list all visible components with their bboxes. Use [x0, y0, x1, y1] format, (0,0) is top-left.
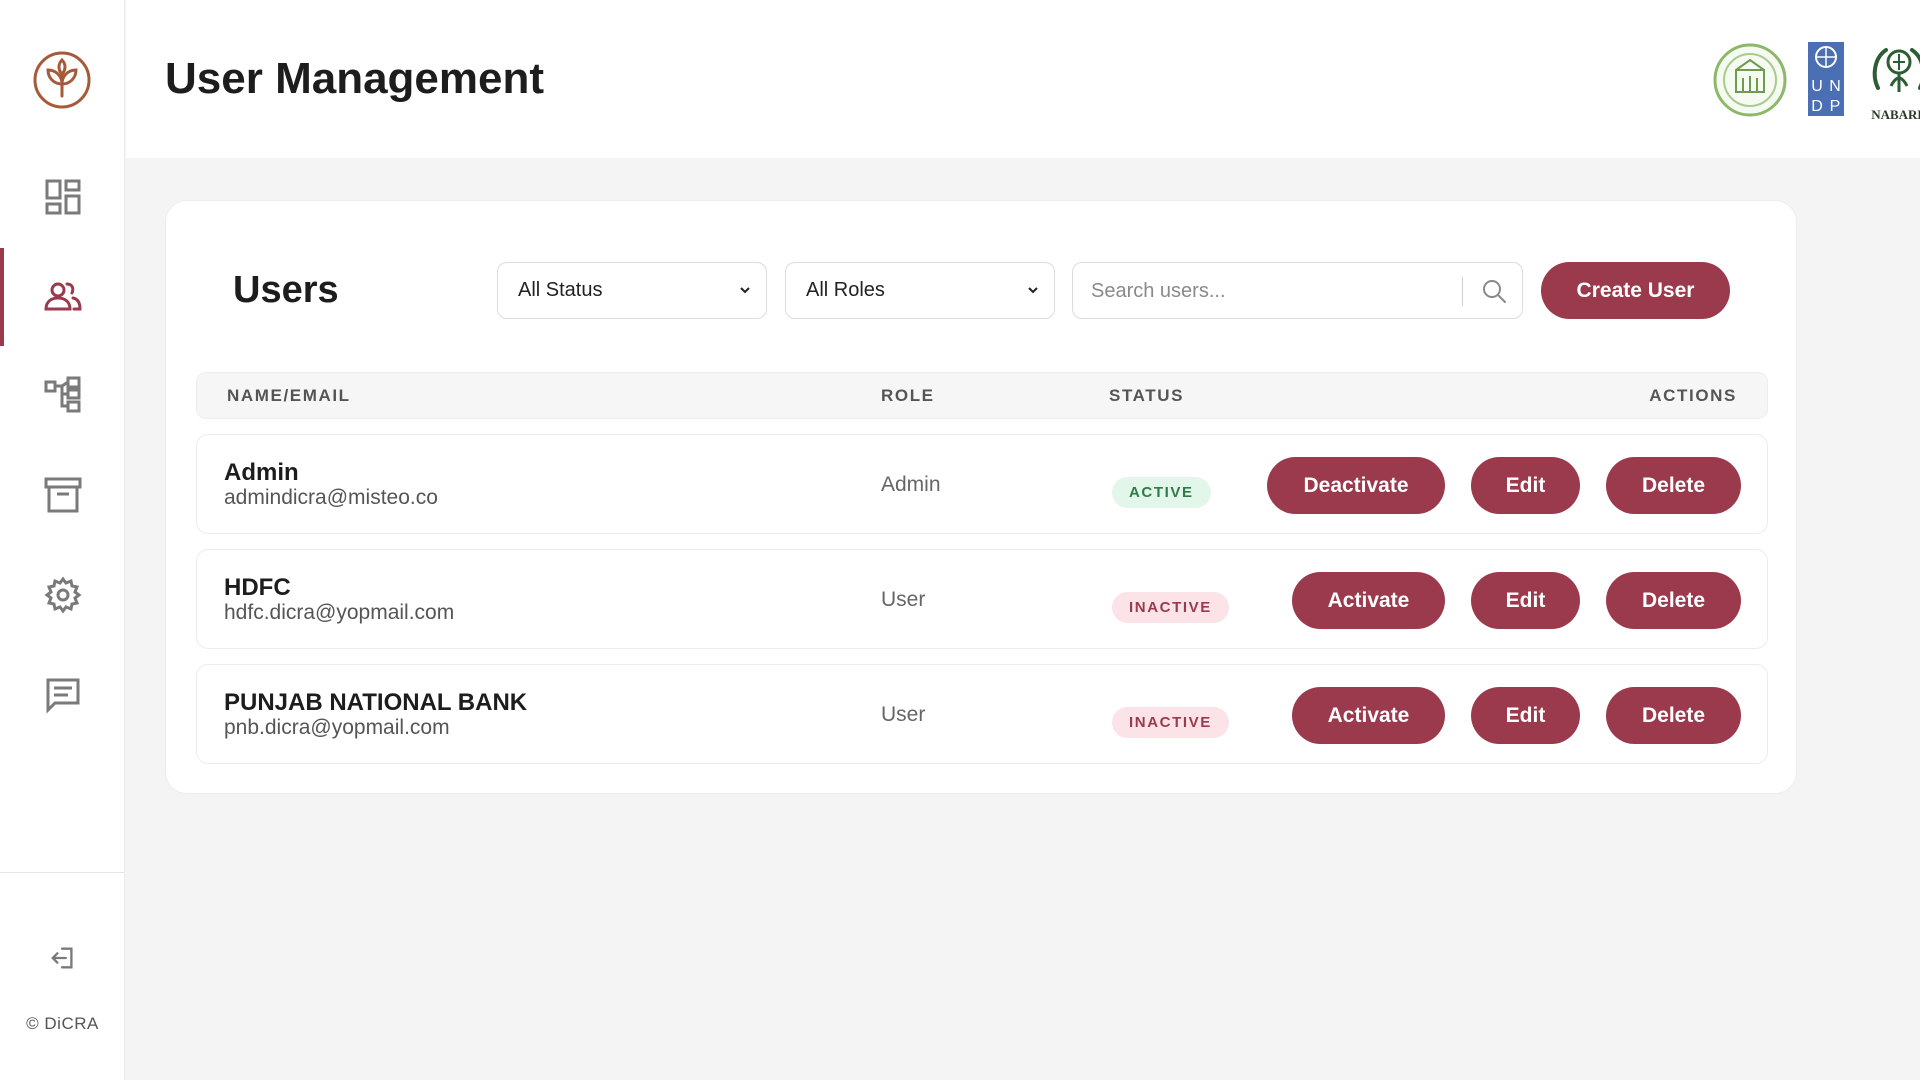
- role-filter-select[interactable]: All Roles: [785, 262, 1055, 319]
- create-user-button[interactable]: Create User: [1541, 262, 1730, 319]
- edit-button[interactable]: Edit: [1471, 687, 1580, 744]
- user-name: HDFC: [224, 574, 291, 601]
- undp-letter: P: [1829, 98, 1841, 115]
- column-header-actions: ACTIONS: [1649, 386, 1737, 405]
- undp-letter: N: [1829, 78, 1841, 95]
- page-header: User Management U N D P NABAR: [126, 0, 1920, 158]
- column-header-status: STATUS: [1109, 386, 1185, 405]
- search-icon[interactable]: [1480, 277, 1508, 305]
- sidebar: © DiCRA: [0, 0, 125, 1080]
- undp-letter: D: [1811, 98, 1823, 115]
- table-header: NAME/EMAIL ROLE STATUS ACTIONS: [196, 372, 1768, 419]
- sidebar-item-settings[interactable]: [0, 546, 125, 644]
- chevron-down-icon: [1028, 287, 1038, 294]
- user-name: PUNJAB NATIONAL BANK: [224, 689, 528, 716]
- archive-icon: [44, 477, 81, 513]
- delete-button[interactable]: Delete: [1606, 457, 1741, 514]
- user-role: Admin: [881, 473, 941, 496]
- message-icon: [46, 678, 79, 714]
- user-role: User: [881, 588, 926, 611]
- search-separator: [1462, 277, 1463, 306]
- sidebar-item-users[interactable]: [0, 248, 125, 346]
- delete-button[interactable]: Delete: [1606, 572, 1741, 629]
- sidebar-divider: [0, 872, 125, 873]
- edit-button[interactable]: Edit: [1471, 457, 1580, 514]
- undp-letter: U: [1811, 78, 1823, 95]
- copyright-text: © DiCRA: [26, 1014, 99, 1033]
- users-icon: [43, 282, 82, 311]
- column-header-role: ROLE: [881, 386, 935, 405]
- sidebar-item-dashboard[interactable]: [0, 148, 125, 246]
- status-filter-value: All Status: [518, 279, 603, 301]
- logout-icon: [51, 947, 73, 969]
- sidebar-item-archive[interactable]: [0, 446, 125, 544]
- role-filter-value: All Roles: [806, 279, 885, 301]
- status-filter-select[interactable]: All Status: [497, 262, 767, 319]
- user-email: hdfc.dicra@yopmail.com: [224, 601, 455, 624]
- user-email: admindicra@misteo.co: [224, 486, 438, 509]
- column-header-name: NAME/EMAIL: [227, 386, 351, 405]
- activate-button[interactable]: Activate: [1292, 572, 1445, 629]
- deactivate-button[interactable]: Deactivate: [1267, 457, 1445, 514]
- search-input[interactable]: [1091, 275, 1451, 307]
- status-badge: INACTIVE: [1112, 707, 1229, 738]
- user-email: pnb.dicra@yopmail.com: [224, 716, 450, 739]
- status-badge: ACTIVE: [1112, 477, 1211, 508]
- chevron-down-icon: [740, 287, 750, 294]
- user-name: Admin: [224, 459, 299, 486]
- edit-button[interactable]: Edit: [1471, 572, 1580, 629]
- page-title: User Management: [165, 54, 545, 103]
- table-row: HDFC hdfc.dicra@yopmail.com User INACTIV…: [196, 549, 1768, 649]
- app-logo-icon[interactable]: [32, 50, 92, 110]
- search-box: [1072, 262, 1523, 319]
- table-row: PUNJAB NATIONAL BANK pnb.dicra@yopmail.c…: [196, 664, 1768, 764]
- status-badge: INACTIVE: [1112, 592, 1229, 623]
- activate-button[interactable]: Activate: [1292, 687, 1445, 744]
- user-role: User: [881, 703, 926, 726]
- nabard-logo: NABARD: [1864, 40, 1920, 122]
- undp-logo: U N D P: [1808, 42, 1844, 116]
- users-title: Users: [233, 269, 339, 311]
- nabard-label: NABARD: [1871, 107, 1920, 122]
- telangana-emblem-logo: [1712, 42, 1788, 123]
- table-row: Admin admindicra@misteo.co Admin ACTIVE …: [196, 434, 1768, 534]
- sidebar-item-hierarchy[interactable]: [0, 346, 125, 444]
- sidebar-item-messages[interactable]: [0, 646, 125, 744]
- gear-icon: [44, 576, 81, 614]
- logout-button[interactable]: [42, 940, 84, 976]
- dashboard-icon: [45, 179, 80, 215]
- delete-button[interactable]: Delete: [1606, 687, 1741, 744]
- hierarchy-icon: [44, 376, 80, 413]
- users-card: Users All Status All Roles Create User N…: [165, 200, 1797, 794]
